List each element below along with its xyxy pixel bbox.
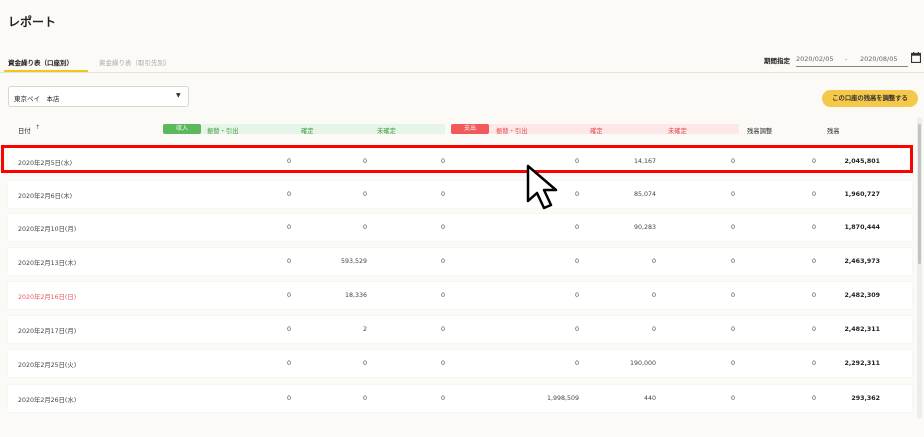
cell-expense-confirmed: 0 [651,326,656,333]
date-separator: - [845,55,848,63]
account-select[interactable]: 東京ペイ 本店 ▼ [8,86,189,107]
cell-date: 2020年2月6日(木) [18,193,73,200]
tab-partner-cashflow[interactable]: 資金繰り表（取引先別） [99,57,171,67]
cell-expense-transfer: 0 [574,326,579,333]
header-balance: 残高 [827,128,840,135]
cell-date: 2020年2月17日(月) [18,328,77,335]
cell-balance: 2,292,311 [844,360,880,367]
cell-date: 2020年2月10日(月) [18,226,77,233]
cell-date: 2020年2月25日(火) [18,362,77,369]
cell-expense-unconfirmed: 0 [730,395,735,402]
cell-expense-transfer: 0 [574,224,579,231]
cell-expense-transfer: 1,998,509 [546,395,579,402]
cell-income-confirmed: 0 [362,395,367,402]
cell-expense-unconfirmed: 0 [730,360,735,367]
date-to-input[interactable]: 2020/08/05 [860,55,897,63]
cell-income-confirmed: 593,529 [340,258,367,265]
cell-expense-unconfirmed: 0 [730,292,735,299]
table-row[interactable]: 2020年2月25日(火) 0 0 0 0 190,000 0 0 2,292,311 [8,350,912,377]
cell-balance: 2,463,973 [844,258,880,265]
cell-income-transfer: 0 [286,395,291,402]
cell-date: 2020年2月26日(水) [18,397,77,404]
cell-income-transfer: 0 [286,292,291,299]
table-row[interactable]: 2020年2月26日(水) 0 0 0 1,998,509 440 0 0 293,362 [8,385,912,412]
cell-income-unconfirmed: 0 [440,224,445,231]
account-select-value: 東京ペイ 本店 [14,95,60,103]
table-row[interactable]: 2020年2月13日(木) 0 593,529 0 0 0 0 0 2,463,973 [8,248,912,275]
cell-date: 2020年2月16日(日) [18,294,77,301]
table-row[interactable]: 2020年2月10日(月) 0 0 0 0 90,283 0 0 1,870,444 [8,214,912,241]
cell-income-confirmed: 0 [362,224,367,231]
sort-ascending-icon[interactable]: ↑ [35,124,40,131]
cell-income-transfer: 0 [286,191,291,198]
calendar-icon[interactable] [911,52,921,63]
cell-income-transfer: 0 [286,224,291,231]
cell-expense-confirmed: 190,000 [629,360,656,367]
header-income-confirmed: 確定 [301,128,314,135]
date-underline [796,66,908,67]
cell-expense-unconfirmed: 0 [730,224,735,231]
table-row[interactable]: 2020年2月6日(木) 0 0 0 0 85,074 0 0 1,960,727 [8,181,912,208]
cell-income-unconfirmed: 0 [440,191,445,198]
cell-income-confirmed: 0 [362,360,367,367]
expense-badge: 支出 [451,124,489,134]
cell-balance: 2,482,311 [844,326,880,333]
period-label: 期間指定 [764,57,790,65]
header-date[interactable]: 日付 [18,126,31,135]
cell-date: 2020年2月13日(木) [18,260,77,267]
cell-expense-confirmed: 85,074 [633,191,656,198]
header-income-transfer: 振替・引出 [207,128,239,135]
cell-income-confirmed: 18,336 [344,292,367,299]
cell-income-transfer: 0 [286,360,291,367]
cell-income-confirmed: 0 [362,191,367,198]
cell-expense-confirmed: 90,283 [633,224,656,231]
cell-income-unconfirmed: 0 [440,360,445,367]
cell-balance: 293,362 [851,395,880,402]
header-expense-confirmed: 確定 [590,128,603,135]
tab-divider [0,72,924,73]
cell-income-transfer: 0 [286,258,291,265]
highlight-box [1,145,913,173]
caret-down-icon: ▼ [176,92,181,99]
cell-expense-unconfirmed: 0 [730,191,735,198]
page-title: レポート [8,15,57,29]
header-expense-transfer: 振替・引出 [496,128,528,135]
scrollbar-thumb[interactable] [918,124,921,264]
table-row[interactable]: 2020年2月17日(月) 0 2 0 0 0 0 0 2,482,311 [8,316,912,343]
tab-account-cashflow[interactable]: 資金繰り表（口座別） [8,57,73,67]
header-income-unconfirmed: 未確定 [377,128,396,135]
cell-balance: 1,870,444 [844,224,880,231]
cell-expense-confirmed: 0 [651,292,656,299]
cell-income-unconfirmed: 0 [440,292,445,299]
adjust-balance-button[interactable]: この口座の残高を調整する [822,90,918,107]
cell-income-transfer: 0 [286,326,291,333]
cell-expense-transfer: 0 [574,360,579,367]
cell-expense-transfer: 0 [574,292,579,299]
mouse-pointer-icon [526,164,558,210]
header-expense-unconfirmed: 未確定 [668,128,687,135]
cell-expense-confirmed: 440 [643,395,656,402]
cell-balance: 1,960,727 [844,191,880,198]
cell-balance: 2,482,309 [844,292,880,299]
cell-income-confirmed: 2 [362,326,367,333]
cell-income-unconfirmed: 0 [440,395,445,402]
cell-income-unconfirmed: 0 [440,258,445,265]
cell-expense-unconfirmed: 0 [730,326,735,333]
cell-expense-confirmed: 0 [651,258,656,265]
cell-income-unconfirmed: 0 [440,326,445,333]
table-row[interactable]: 2020年2月16日(日) 0 18,336 0 0 0 0 0 2,482,309 [8,282,912,309]
income-badge: 収入 [163,124,201,134]
header-balance-adjust: 残高調整 [747,128,773,135]
cell-expense-unconfirmed: 0 [730,258,735,265]
date-from-input[interactable]: 2020/02/05 [796,55,860,63]
cell-expense-transfer: 0 [574,258,579,265]
